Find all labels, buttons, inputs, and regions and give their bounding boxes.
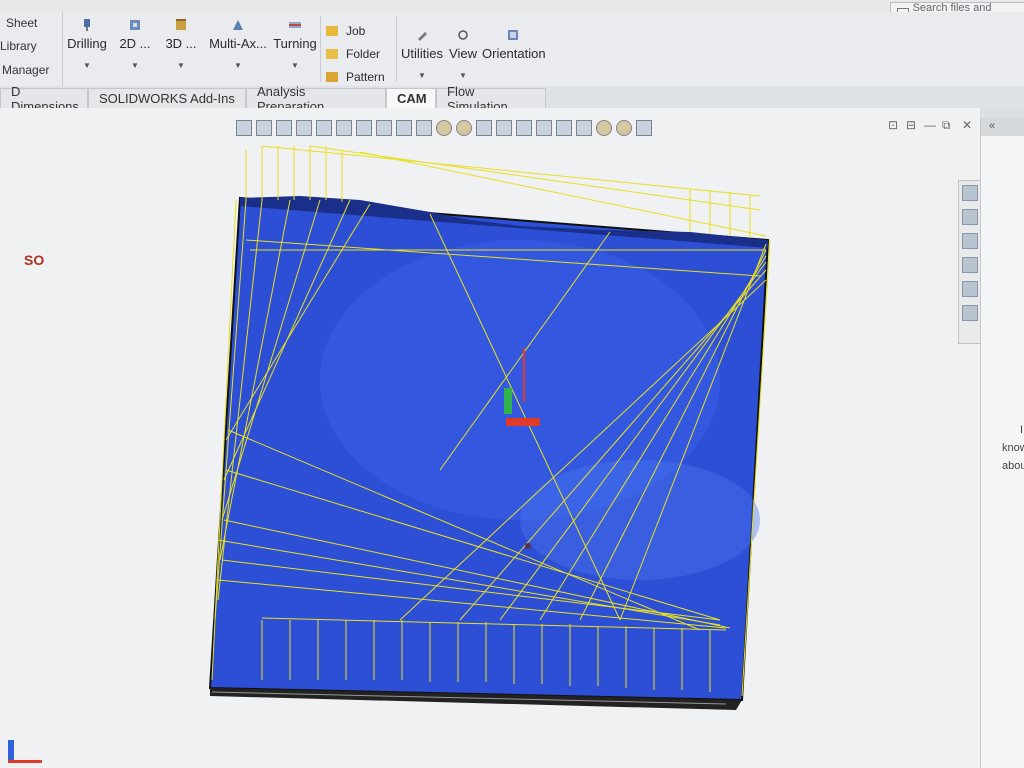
reference-triad [8,740,42,763]
custom-properties-icon[interactable] [962,305,978,321]
triad-z-icon [8,740,14,760]
task-pane-tab-bar [958,180,982,344]
origin-point [525,543,531,549]
task-pane-text-3: abou [1002,460,1024,472]
part-viewport [208,145,771,710]
task-pane-header: « [981,118,1024,136]
task-pane-text-2: know [1002,442,1024,454]
x-axis-arrow [506,418,540,426]
task-pane-text-1: I [1020,424,1024,436]
view-palette-icon[interactable] [962,257,978,273]
appearances-icon[interactable] [962,281,978,297]
y-axis-arrow [504,388,512,414]
design-library-icon[interactable] [962,209,978,225]
home-icon[interactable] [962,185,978,201]
collapse-icon[interactable]: « [989,120,995,132]
task-pane-title: SO [24,252,45,268]
file-explorer-icon[interactable] [962,233,978,249]
triad-x-icon [8,760,42,763]
surface-shading [520,460,760,580]
